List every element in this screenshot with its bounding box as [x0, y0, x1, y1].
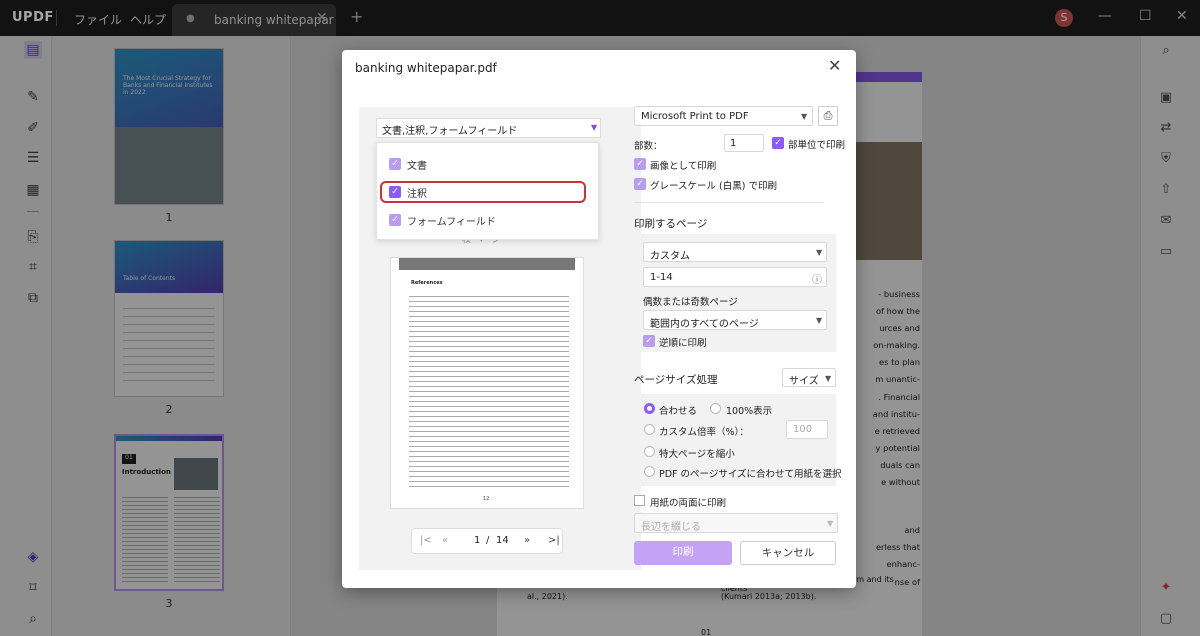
duplex-label: 用紙の両面に印刷: [650, 498, 727, 509]
scale-value: 100: [793, 424, 813, 435]
grayscale-checkbox[interactable]: ✓: [634, 178, 646, 190]
actual-size-label: 100%表示: [726, 406, 773, 417]
next-page-icon[interactable]: »: [524, 535, 530, 546]
shrink-radio[interactable]: [644, 446, 655, 457]
printer-select[interactable]: Microsoft Print to PDF ▼: [634, 106, 813, 126]
grayscale-label: グレースケール (白黒) で印刷: [650, 181, 777, 192]
page-range-value: 1-14: [650, 272, 673, 283]
page-separator: /: [486, 535, 490, 546]
help-icon[interactable]: ⓘ: [812, 271, 822, 286]
custom-scale-label: カスタム倍率（%）：: [659, 427, 749, 438]
page-size-heading: ページサイズ処理: [634, 374, 718, 386]
current-page[interactable]: 1: [474, 535, 480, 546]
print-as-image-checkbox[interactable]: ✓: [634, 158, 646, 170]
collate-label: 部単位で印刷: [788, 140, 846, 151]
highlight-box: [380, 181, 586, 203]
pages-mode-value: カスタム: [650, 251, 690, 262]
custom-scale-radio[interactable]: [644, 424, 655, 435]
size-mode-select[interactable]: サイズ ▼: [782, 368, 836, 387]
chevron-down-icon: ▼: [801, 112, 808, 121]
page-navigator: |< « 1 / 14 » >|: [411, 528, 563, 554]
pages-mode-select[interactable]: カスタム ▼: [643, 242, 827, 262]
printer-settings-icon[interactable]: ⎙: [818, 106, 838, 126]
layer-select-value: 文書,注釈,フォームフィールド: [382, 126, 518, 137]
cancel-button[interactable]: キャンセル: [740, 541, 836, 565]
divider: [634, 202, 824, 203]
last-page-icon[interactable]: >|: [548, 535, 560, 546]
chevron-down-icon: ▼: [816, 316, 823, 325]
preview-lines: [409, 292, 569, 487]
odd-even-value: 範囲内のすべてのページ: [650, 319, 759, 330]
copies-label: 部数：: [634, 141, 663, 152]
close-icon[interactable]: ✕: [828, 56, 841, 75]
total-pages: 14: [496, 535, 509, 546]
fit-radio[interactable]: [644, 403, 655, 414]
odd-even-label: 偶数または奇数ページ: [643, 297, 738, 308]
checkbox-document[interactable]: ✓: [389, 158, 401, 170]
actual-size-radio[interactable]: [710, 403, 721, 414]
title-overlay: [0, 0, 1200, 36]
copies-value: 1: [730, 138, 737, 149]
reverse-label: 逆順に印刷: [659, 338, 707, 349]
chevron-down-icon: ▼: [591, 123, 598, 132]
fit-label: 合わせる: [659, 406, 698, 417]
chevron-down-icon: ▼: [816, 248, 823, 257]
preview-header: [399, 258, 575, 270]
collate-checkbox[interactable]: ✓: [772, 137, 784, 149]
option-document[interactable]: 文書: [407, 157, 427, 172]
printer-value: Microsoft Print to PDF: [641, 111, 749, 122]
print-dialog: banking whitepapar.pdf ✕ 枚 ページ Reference…: [342, 50, 856, 588]
scale-input[interactable]: 100: [786, 420, 828, 439]
duplex-checkbox[interactable]: [634, 495, 645, 506]
prev-page-icon[interactable]: «: [442, 535, 448, 546]
dialog-title: banking whitepapar.pdf: [355, 61, 497, 75]
preview-heading: References: [411, 280, 443, 286]
preview-page-number: 12: [483, 496, 490, 502]
choose-paper-label: PDF のページサイズに合わせて用紙を選択: [659, 469, 842, 480]
copies-input[interactable]: 1: [724, 134, 764, 152]
page-range-input[interactable]: 1-14 ⓘ: [643, 267, 827, 287]
print-button[interactable]: 印刷: [634, 541, 732, 565]
print-as-image-label: 画像として印刷: [650, 161, 717, 172]
size-mode-value: サイズ: [789, 376, 819, 387]
preview-page: References 12: [390, 257, 584, 509]
chevron-down-icon: ▼: [825, 374, 832, 383]
layer-select[interactable]: 文書,注釈,フォームフィールド ▼: [376, 118, 601, 138]
binding-select[interactable]: 長辺を綴じる ▼: [634, 513, 838, 533]
binding-value: 長辺を綴じる: [641, 522, 701, 533]
pages-heading: 印刷するページ: [634, 218, 708, 230]
reverse-checkbox[interactable]: ✓: [643, 335, 655, 347]
first-page-icon[interactable]: |<: [420, 535, 432, 546]
shrink-label: 特大ページを縮小: [659, 449, 735, 460]
checkbox-form-field[interactable]: ✓: [389, 214, 401, 226]
option-form-field[interactable]: フォームフィールド: [407, 213, 496, 228]
chevron-down-icon: ▼: [827, 519, 834, 528]
odd-even-select[interactable]: 範囲内のすべてのページ ▼: [643, 310, 827, 330]
choose-paper-radio[interactable]: [644, 466, 655, 477]
